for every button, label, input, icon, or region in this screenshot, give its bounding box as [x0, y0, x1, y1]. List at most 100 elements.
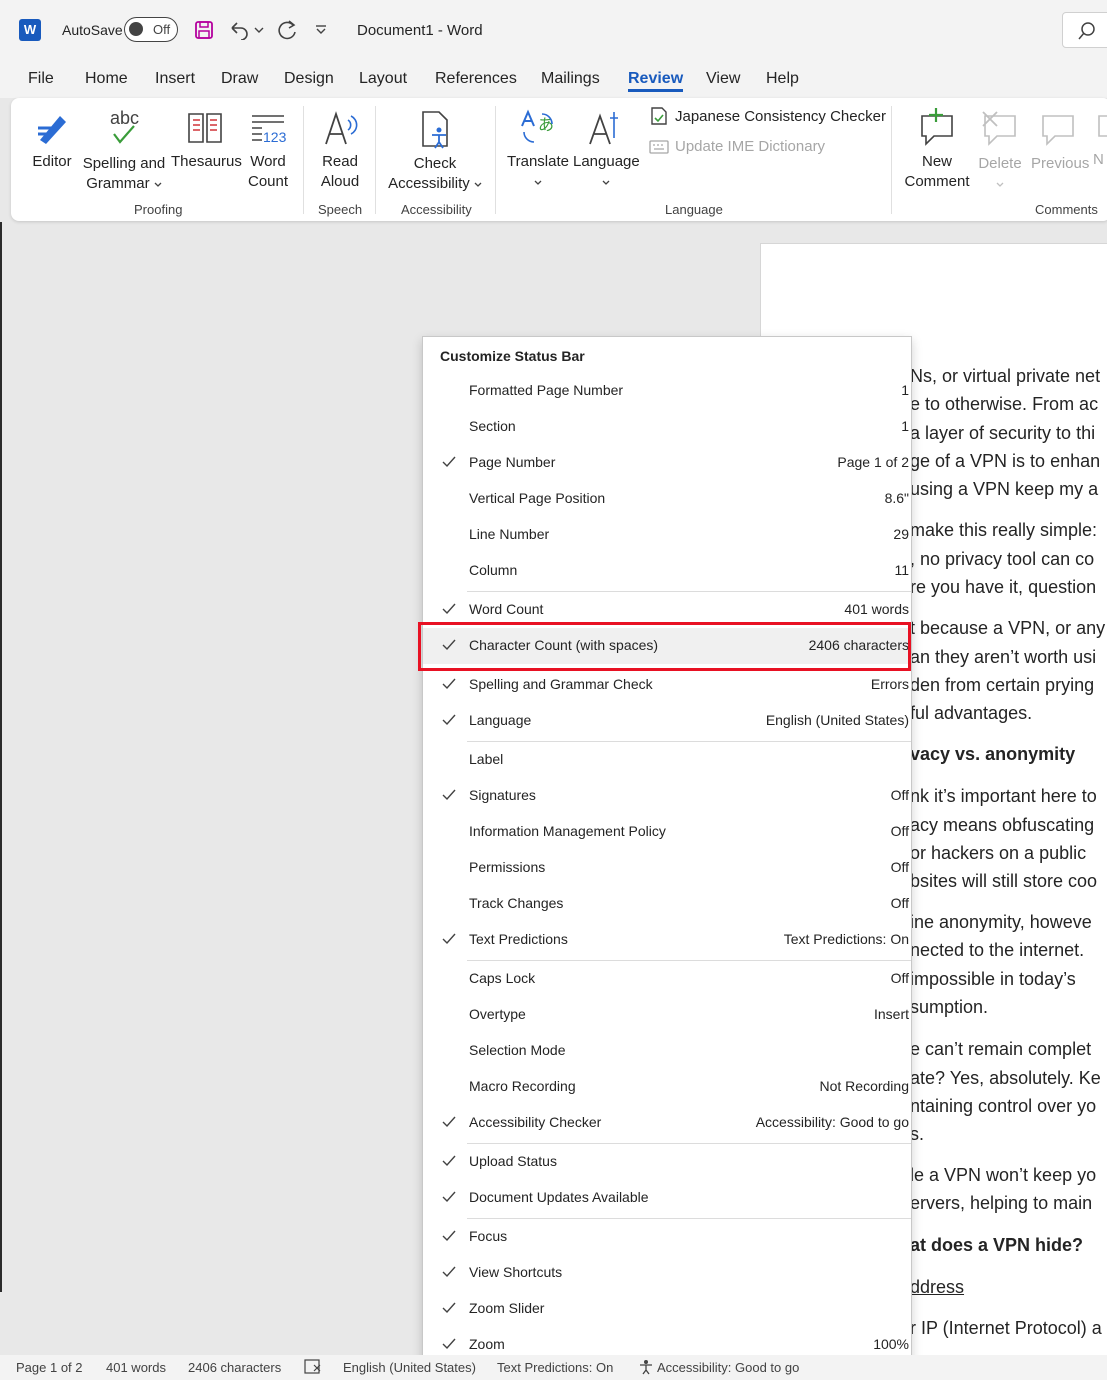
menu-item-value: Off [890, 787, 909, 803]
spelling-grammar-button[interactable]: abc Spelling and Grammar [79, 106, 169, 194]
document-check-icon [651, 107, 667, 125]
status-accessibility[interactable]: Accessibility: Good to go [657, 1360, 799, 1375]
menu-item-language[interactable]: Language English (United States) [423, 703, 911, 739]
status-page-number[interactable]: Page 1 of 2 [16, 1360, 83, 1375]
autosave-label: AutoSave [62, 22, 123, 38]
menu-separator [467, 960, 911, 961]
delete-comment-icon [982, 111, 1016, 146]
redo-icon[interactable] [274, 16, 300, 44]
menu-item-column[interactable]: Column 11 [423, 553, 911, 589]
menu-item-spelling-and-grammar-check[interactable]: Spelling and Grammar Check Errors [423, 667, 911, 703]
menu-item-selection-mode[interactable]: Selection Mode [423, 1033, 911, 1069]
menu-item-view-shortcuts[interactable]: View Shortcuts [423, 1255, 911, 1291]
new-comment-label-1: New [921, 153, 952, 170]
menu-item-label: Information Management Policy [469, 823, 666, 839]
active-tab-indicator [628, 89, 683, 92]
read-aloud-button[interactable]: Read Aloud [315, 108, 365, 192]
menu-item-accessibility-checker[interactable]: Accessibility Checker Accessibility: Good… [423, 1105, 911, 1141]
menu-item-label[interactable]: Label [423, 742, 911, 778]
japanese-consistency-checker-button[interactable]: Japanese Consistency Checker [649, 106, 886, 126]
menu-item-caps-lock[interactable]: Caps Lock Off [423, 961, 911, 997]
tab-home[interactable]: Home [85, 70, 128, 88]
menu-item-zoom-slider[interactable]: Zoom Slider [423, 1291, 911, 1327]
menu-item-label: Upload Status [469, 1153, 557, 1169]
thesaurus-label: Thesaurus [171, 153, 242, 170]
doc-line: bsites will still store coo [910, 871, 1098, 891]
menu-item-overtype[interactable]: Overtype Insert [423, 997, 911, 1033]
checkmark-icon [441, 1153, 457, 1169]
editor-button[interactable]: Editor [27, 108, 77, 172]
next-comment-button[interactable]: N [1093, 108, 1107, 170]
title-bar: W AutoSave Off Document1 - Word [0, 0, 1107, 60]
new-comment-button[interactable]: New Comment [901, 106, 973, 192]
menu-item-value: 100% [873, 1336, 909, 1352]
delete-comment-button[interactable]: Delete [973, 108, 1027, 194]
accessibility-status-icon[interactable] [638, 1359, 654, 1375]
tab-references[interactable]: References [435, 70, 517, 88]
word-count-button[interactable]: 123 Word Count [243, 108, 293, 192]
status-language[interactable]: English (United States) [343, 1360, 476, 1375]
tab-layout[interactable]: Layout [359, 70, 407, 88]
menu-item-value: 1 [901, 382, 909, 398]
previous-comment-button[interactable]: Previous [1031, 108, 1089, 174]
menu-item-label: Column [469, 562, 518, 578]
group-label-accessibility: Accessibility [401, 202, 472, 217]
status-text-predictions[interactable]: Text Predictions: On [497, 1360, 613, 1375]
status-bar: Page 1 of 2 401 words 2406 characters En… [0, 1355, 1107, 1380]
tab-draw[interactable]: Draw [221, 70, 258, 88]
thesaurus-button[interactable]: Thesaurus [171, 108, 242, 172]
menu-item-permissions[interactable]: Permissions Off [423, 850, 911, 886]
doc-line: den from certain prying [910, 675, 1095, 695]
doc-heading: vacy vs. anonymity [910, 744, 1076, 764]
update-ime-dictionary-button[interactable]: Update IME Dictionary [649, 138, 825, 155]
customize-qat-icon[interactable] [313, 16, 329, 44]
translate-button[interactable]: あ Translate [505, 108, 571, 192]
check-accessibility-button[interactable]: Check Accessibility [383, 108, 487, 194]
menu-item-page-number[interactable]: Page Number Page 1 of 2 [423, 445, 911, 481]
undo-icon[interactable] [227, 16, 251, 44]
menu-item-formatted-page-number[interactable]: Formatted Page Number 1 [423, 373, 911, 409]
menu-item-label: Word Count [469, 601, 544, 617]
doc-line: le a VPN won’t keep yo [910, 1165, 1097, 1185]
tab-insert[interactable]: Insert [155, 70, 195, 88]
undo-dropdown-chevron-icon[interactable] [252, 16, 266, 44]
tab-help[interactable]: Help [766, 70, 799, 88]
menu-item-upload-status[interactable]: Upload Status [423, 1144, 911, 1180]
update-ime-label: Update IME Dictionary [675, 138, 826, 155]
group-separator [495, 106, 496, 214]
menu-item-document-updates-available[interactable]: Document Updates Available [423, 1180, 911, 1216]
menu-title: Customize Status Bar [440, 348, 585, 364]
search-box[interactable] [1062, 12, 1107, 48]
menu-item-text-predictions[interactable]: Text Predictions Text Predictions: On [423, 922, 911, 958]
menu-item-value: 8.6" [884, 490, 909, 506]
menu-item-line-number[interactable]: Line Number 29 [423, 517, 911, 553]
tab-review[interactable]: Review [628, 70, 683, 88]
chevron-down-icon [474, 182, 482, 187]
ribbon: Editor abc Spelling and Grammar Thesauru… [11, 98, 1107, 221]
menu-item-label: Selection Mode [469, 1042, 566, 1058]
japanese-checker-label: Japanese Consistency Checker [675, 107, 886, 125]
translate-icon: あ [521, 109, 554, 143]
doc-line: a layer of security to thi [910, 423, 1096, 443]
menu-item-focus[interactable]: Focus [423, 1219, 911, 1255]
search-icon [1078, 22, 1095, 40]
menu-item-value: 29 [893, 526, 909, 542]
menu-item-information-management-policy[interactable]: Information Management Policy Off [423, 814, 911, 850]
status-character-count[interactable]: 2406 characters [188, 1360, 281, 1375]
proofing-status-icon[interactable] [304, 1359, 322, 1375]
tab-design[interactable]: Design [284, 70, 334, 88]
tab-mailings[interactable]: Mailings [541, 70, 600, 88]
autosave-toggle[interactable]: Off [124, 17, 178, 42]
menu-item-macro-recording[interactable]: Macro Recording Not Recording [423, 1069, 911, 1105]
menu-item-signatures[interactable]: Signatures Off [423, 778, 911, 814]
menu-item-vertical-page-position[interactable]: Vertical Page Position 8.6" [423, 481, 911, 517]
save-icon[interactable] [192, 16, 216, 44]
tab-view[interactable]: View [706, 70, 740, 88]
status-word-count[interactable]: 401 words [106, 1360, 166, 1375]
tab-file[interactable]: File [28, 70, 54, 88]
menu-item-value: Errors [870, 676, 909, 692]
menu-item-section[interactable]: Section 1 [423, 409, 911, 445]
menu-item-label: Focus [469, 1228, 508, 1244]
language-button[interactable]: Language [573, 108, 640, 192]
menu-item-track-changes[interactable]: Track Changes Off [423, 886, 911, 922]
